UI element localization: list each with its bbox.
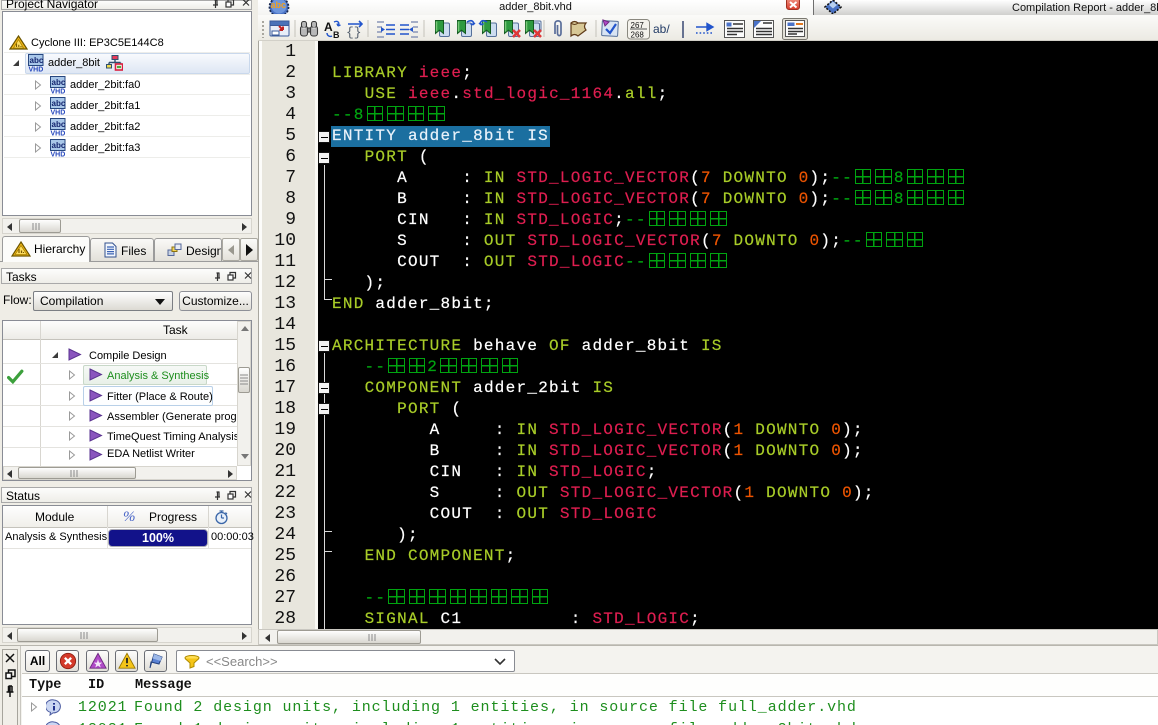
svg-text:VHD: VHD [51, 89, 66, 95]
svg-text:abc: abc [52, 99, 66, 108]
svg-text:VHD: VHD [51, 110, 66, 116]
svg-text:abc: abc [30, 56, 44, 65]
svg-text:A: A [324, 20, 333, 34]
svg-text:VHD: VHD [51, 152, 66, 158]
svg-text:abc: abc [52, 141, 66, 150]
svg-text:abc: abc [52, 78, 66, 87]
svg-text:268: 268 [631, 31, 645, 40]
svg-text:VHD: VHD [51, 131, 66, 137]
svg-text:B: B [333, 30, 340, 40]
svg-text:abc: abc [52, 120, 66, 129]
svg-text:VHD: VHD [29, 67, 44, 73]
svg-text:ab/: ab/ [653, 22, 670, 36]
